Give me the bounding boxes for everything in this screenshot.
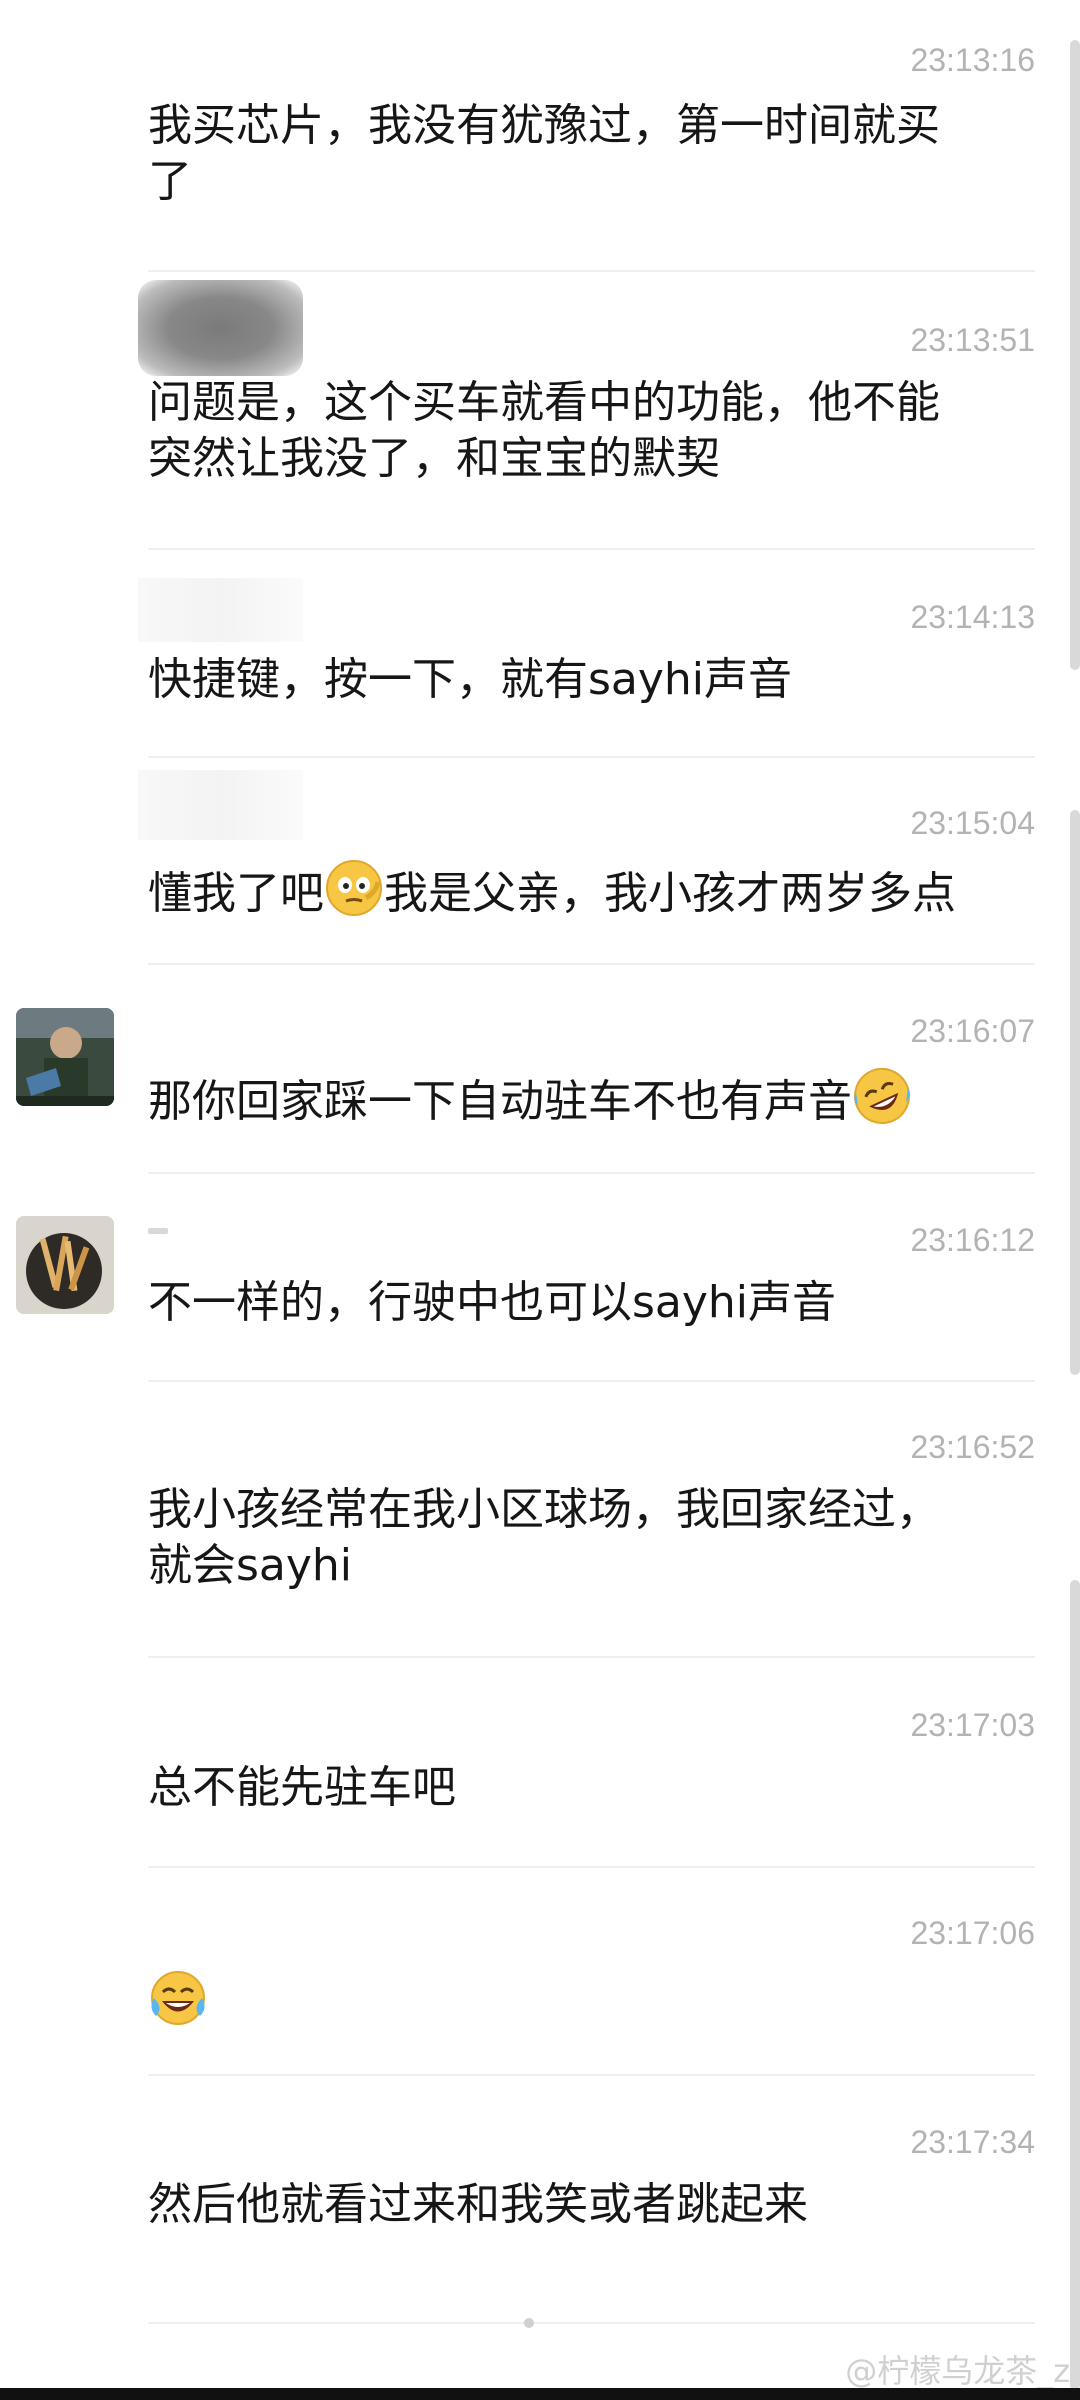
message-timestamp: 23:16:12	[910, 1222, 1035, 1258]
message-text[interactable]: 懂我了吧 我是父亲，我小孩才两岁多点	[148, 858, 1008, 922]
message-text[interactable]: 不一样的，行驶中也可以sayhi声音	[148, 1275, 1008, 1331]
message-timestamp: 23:16:52	[910, 1429, 1035, 1465]
message-timestamp: 23:13:51	[910, 322, 1035, 358]
scrollbar-segment[interactable]	[1070, 1580, 1080, 2390]
divider	[148, 2322, 1035, 2324]
divider	[148, 1380, 1035, 1382]
blurred-username	[138, 578, 303, 642]
scrollbar-segment[interactable]	[1070, 810, 1080, 1375]
message-text[interactable]: 那你回家踩一下自动驻车不也有声音	[148, 1066, 1008, 1130]
blurred-username	[148, 1228, 168, 1234]
message-timestamp: 23:13:16	[910, 42, 1035, 78]
rolling-laughing-icon	[854, 1068, 910, 1124]
avatar-image	[16, 1008, 114, 1106]
page-indicator-dot	[524, 2318, 534, 2328]
message-text[interactable]: 我小孩经常在我小区球场，我回家经过， 就会sayhi	[148, 1482, 1008, 1594]
chat-screen: 23:13:16 我买芯片，我没有犹豫过，第一时间就买 了 23:13:51 问…	[0, 0, 1080, 2400]
message-text[interactable]: 总不能先驻车吧	[148, 1760, 1008, 1816]
watermark: @柠檬乌龙茶_z	[845, 2352, 1070, 2390]
divider	[148, 756, 1035, 758]
message-text[interactable]: 我买芯片，我没有犹豫过，第一时间就买 了	[148, 98, 1008, 210]
message-text-part: 懂我了吧	[148, 868, 324, 919]
message-timestamp: 23:17:34	[910, 2124, 1035, 2160]
message-timestamp: 23:17:06	[910, 1915, 1035, 1951]
message-timestamp: 23:17:03	[910, 1707, 1035, 1743]
blurred-username	[138, 280, 303, 376]
divider	[148, 1866, 1035, 1868]
message-text[interactable]: 快捷键，按一下，就有sayhi声音	[148, 652, 1008, 708]
divider	[148, 548, 1035, 550]
divider	[148, 963, 1035, 965]
message-text-part: 我是父亲，我小孩才两岁多点	[384, 868, 956, 919]
divider	[148, 1172, 1035, 1174]
message-text[interactable]: 问题是，这个买车就看中的功能，他不能 突然让我没了，和宝宝的默契	[148, 375, 1008, 487]
message-text[interactable]: 然后他就看过来和我笑或者跳起来	[148, 2177, 1008, 2233]
message-timestamp: 23:15:04	[910, 805, 1035, 841]
divider	[148, 270, 1035, 272]
bottom-bar	[0, 2388, 1080, 2400]
avatar[interactable]	[16, 1008, 114, 1106]
message-timestamp: 23:14:13	[910, 599, 1035, 635]
message-timestamp: 23:16:07	[910, 1013, 1035, 1049]
message-text-part: 那你回家踩一下自动驻车不也有声音	[148, 1076, 852, 1127]
message-text[interactable]	[148, 1968, 1008, 2032]
divider	[148, 2074, 1035, 2076]
thinking-face-icon	[326, 860, 382, 916]
scrollbar-segment[interactable]	[1070, 40, 1080, 670]
tears-of-joy-icon	[151, 1971, 205, 2025]
blurred-username	[138, 770, 303, 840]
avatar[interactable]	[16, 1216, 114, 1314]
divider	[148, 1656, 1035, 1658]
avatar-image	[16, 1216, 114, 1314]
